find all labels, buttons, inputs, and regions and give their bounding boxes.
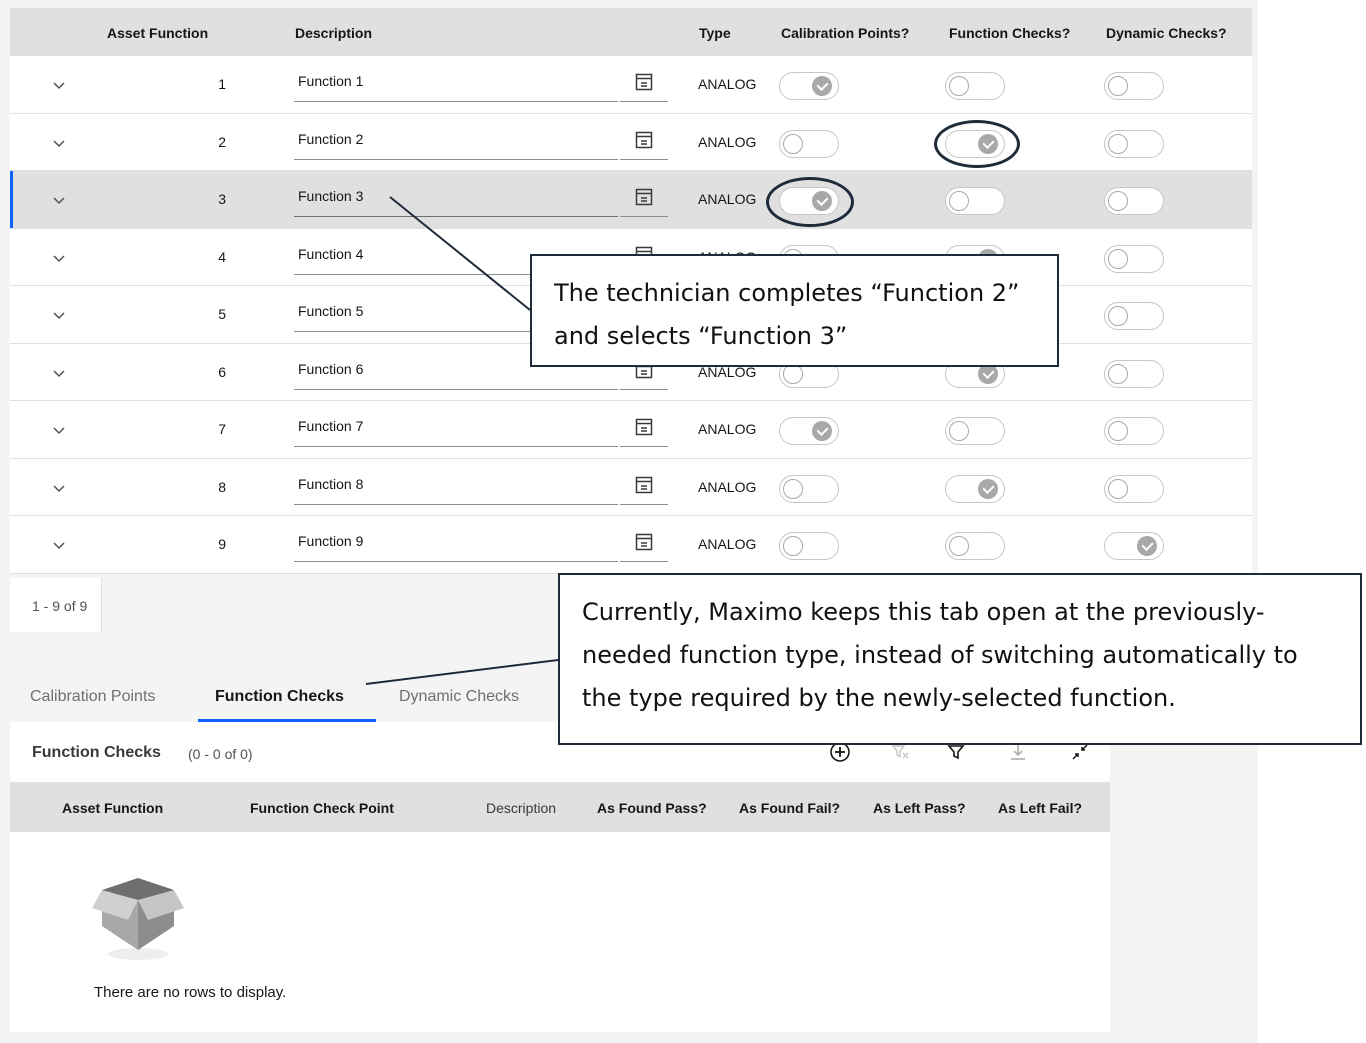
highlight-ring-calibration-row3 xyxy=(766,177,854,227)
annotation-connector-lines xyxy=(365,196,559,685)
highlight-ring-function-checks-row2 xyxy=(934,120,1020,168)
annotation-callout-tab-behavior: Currently, Maximo keeps this tab open at… xyxy=(558,573,1362,745)
annotation-callout-selection: The technician completes “Function 2” an… xyxy=(530,254,1059,367)
